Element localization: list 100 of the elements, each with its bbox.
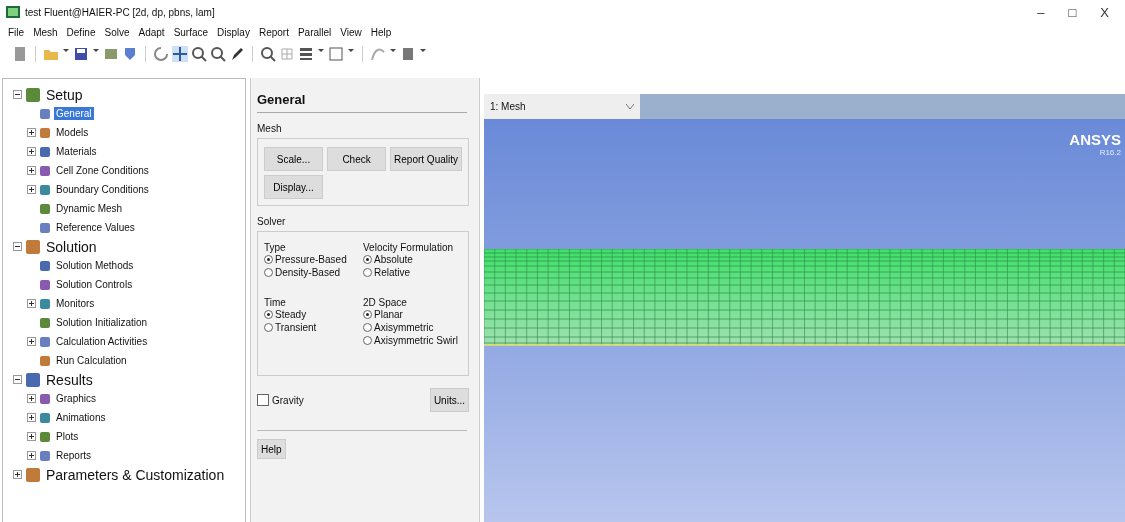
tree-item[interactable]: Calculation Activities — [54, 335, 150, 348]
zoom-icon[interactable] — [191, 46, 207, 62]
node-icon — [39, 297, 51, 310]
radio-button[interactable] — [363, 323, 372, 332]
expand-icon[interactable] — [13, 470, 22, 479]
menu-item[interactable]: Help — [370, 26, 392, 38]
units-button[interactable]: Units... — [429, 388, 469, 412]
radio-button[interactable] — [264, 310, 273, 319]
tree-item[interactable]: Solution — [44, 237, 99, 256]
shield-icon[interactable] — [122, 46, 138, 62]
menu-item[interactable]: Display — [217, 26, 250, 38]
tree-item[interactable]: Animations — [54, 411, 108, 424]
zoom-icon[interactable] — [260, 46, 276, 62]
tree-item[interactable]: Dynamic Mesh — [54, 202, 125, 215]
group-label: Mesh — [257, 123, 283, 134]
radio-label: Axisymmetric Swirl — [374, 335, 458, 346]
node-icon — [39, 392, 51, 405]
expand-icon[interactable] — [27, 128, 36, 137]
collapse-icon[interactable] — [13, 375, 22, 384]
mesh-button[interactable]: Display... — [264, 175, 324, 199]
tree-item[interactable]: Solution Controls — [54, 278, 135, 291]
expand-icon[interactable] — [27, 451, 36, 460]
menu-item[interactable]: View — [340, 26, 362, 38]
tree-item[interactable]: Reference Values — [54, 221, 137, 234]
app-icon — [6, 6, 20, 18]
radio-button[interactable] — [363, 336, 372, 345]
tree-item[interactable]: General — [54, 107, 94, 120]
radio-button[interactable] — [363, 255, 372, 264]
mesh-button[interactable]: Report Quality — [390, 147, 462, 171]
tree-item[interactable]: Models — [54, 126, 91, 139]
expand-icon[interactable] — [27, 413, 36, 422]
expand-icon[interactable] — [27, 147, 36, 156]
expand-icon[interactable] — [27, 432, 36, 441]
tree-item[interactable]: Results — [44, 370, 95, 389]
node-icon — [39, 202, 51, 215]
collapse-icon[interactable] — [13, 90, 22, 99]
checkbox[interactable] — [257, 394, 269, 406]
radio-label: Planar — [374, 309, 403, 320]
node-icon — [39, 126, 51, 139]
menu-item[interactable]: Solve — [104, 26, 130, 38]
tree-item[interactable]: Graphics — [54, 392, 98, 405]
node-icon — [39, 278, 51, 291]
menu-item[interactable]: Mesh — [33, 26, 58, 38]
tree-item[interactable]: Plots — [54, 430, 81, 443]
expand-icon[interactable] — [27, 166, 36, 175]
radio-button[interactable] — [363, 310, 372, 319]
radio-label: Absolute — [374, 254, 413, 265]
mesh-button[interactable]: Check — [327, 147, 387, 171]
radio-button[interactable] — [363, 268, 372, 277]
tree-item[interactable]: Solution Methods — [54, 259, 136, 272]
node-icon — [39, 145, 51, 158]
radio-button[interactable] — [264, 323, 273, 332]
menu-item[interactable]: Surface — [173, 26, 209, 38]
tree-item[interactable]: Boundary Conditions — [54, 183, 151, 196]
move-icon[interactable] — [172, 46, 188, 62]
group-label: Solver — [257, 216, 287, 227]
rotate-icon[interactable] — [153, 46, 169, 62]
tree-item[interactable]: Setup — [44, 85, 85, 104]
window-control[interactable]: – — [1037, 4, 1045, 20]
window-control[interactable]: X — [1100, 4, 1109, 20]
tree-item[interactable]: Materials — [54, 145, 99, 158]
option-label: 2D Space — [363, 297, 408, 308]
node-icon — [39, 221, 51, 234]
bars-icon[interactable] — [298, 46, 314, 62]
menu-item[interactable]: Define — [66, 26, 96, 38]
node-icon — [39, 107, 51, 120]
radio-button[interactable] — [264, 255, 273, 264]
radio-label: Steady — [275, 309, 307, 320]
radio-label: Relative — [374, 267, 411, 278]
expand-icon[interactable] — [27, 185, 36, 194]
node-icon — [39, 183, 51, 196]
menu-item[interactable]: Parallel — [297, 26, 332, 38]
tree-item[interactable]: Solution Initialization — [54, 316, 150, 329]
tree-item[interactable]: Parameters & Customization — [44, 465, 227, 484]
tree-item[interactable]: Reports — [54, 449, 93, 462]
block-icon[interactable] — [400, 46, 416, 62]
help-button[interactable]: Help — [257, 439, 286, 459]
mesh-button[interactable]: Scale... — [264, 147, 324, 171]
window-title: test Fluent@HAIER-PC [2d, dp, pbns, lam] — [25, 6, 215, 18]
menu-item[interactable]: File — [8, 26, 25, 38]
version-label: R16.2 — [1099, 148, 1121, 157]
expand-icon[interactable] — [27, 394, 36, 403]
radio-label: Pressure-Based — [275, 254, 347, 265]
panel-title: General — [257, 86, 467, 113]
page-icon[interactable] — [12, 46, 28, 62]
tree-item[interactable]: Monitors — [54, 297, 97, 310]
option-label: Time — [264, 297, 287, 308]
node-icon — [39, 316, 51, 329]
view-dropdown[interactable]: 1: Mesh — [484, 94, 640, 119]
tree-item[interactable]: Run Calculation — [54, 354, 129, 367]
tree-item[interactable]: Cell Zone Conditions — [54, 164, 151, 177]
collapse-icon[interactable] — [13, 242, 22, 251]
window-control[interactable]: □ — [1068, 4, 1077, 20]
expand-icon[interactable] — [27, 337, 36, 346]
pencil-icon[interactable] — [229, 46, 245, 62]
menu-item[interactable]: Adapt — [138, 26, 165, 38]
expand-icon[interactable] — [27, 299, 36, 308]
zoom-icon[interactable] — [210, 46, 226, 62]
menu-item[interactable]: Report — [258, 26, 289, 38]
radio-button[interactable] — [264, 268, 273, 277]
